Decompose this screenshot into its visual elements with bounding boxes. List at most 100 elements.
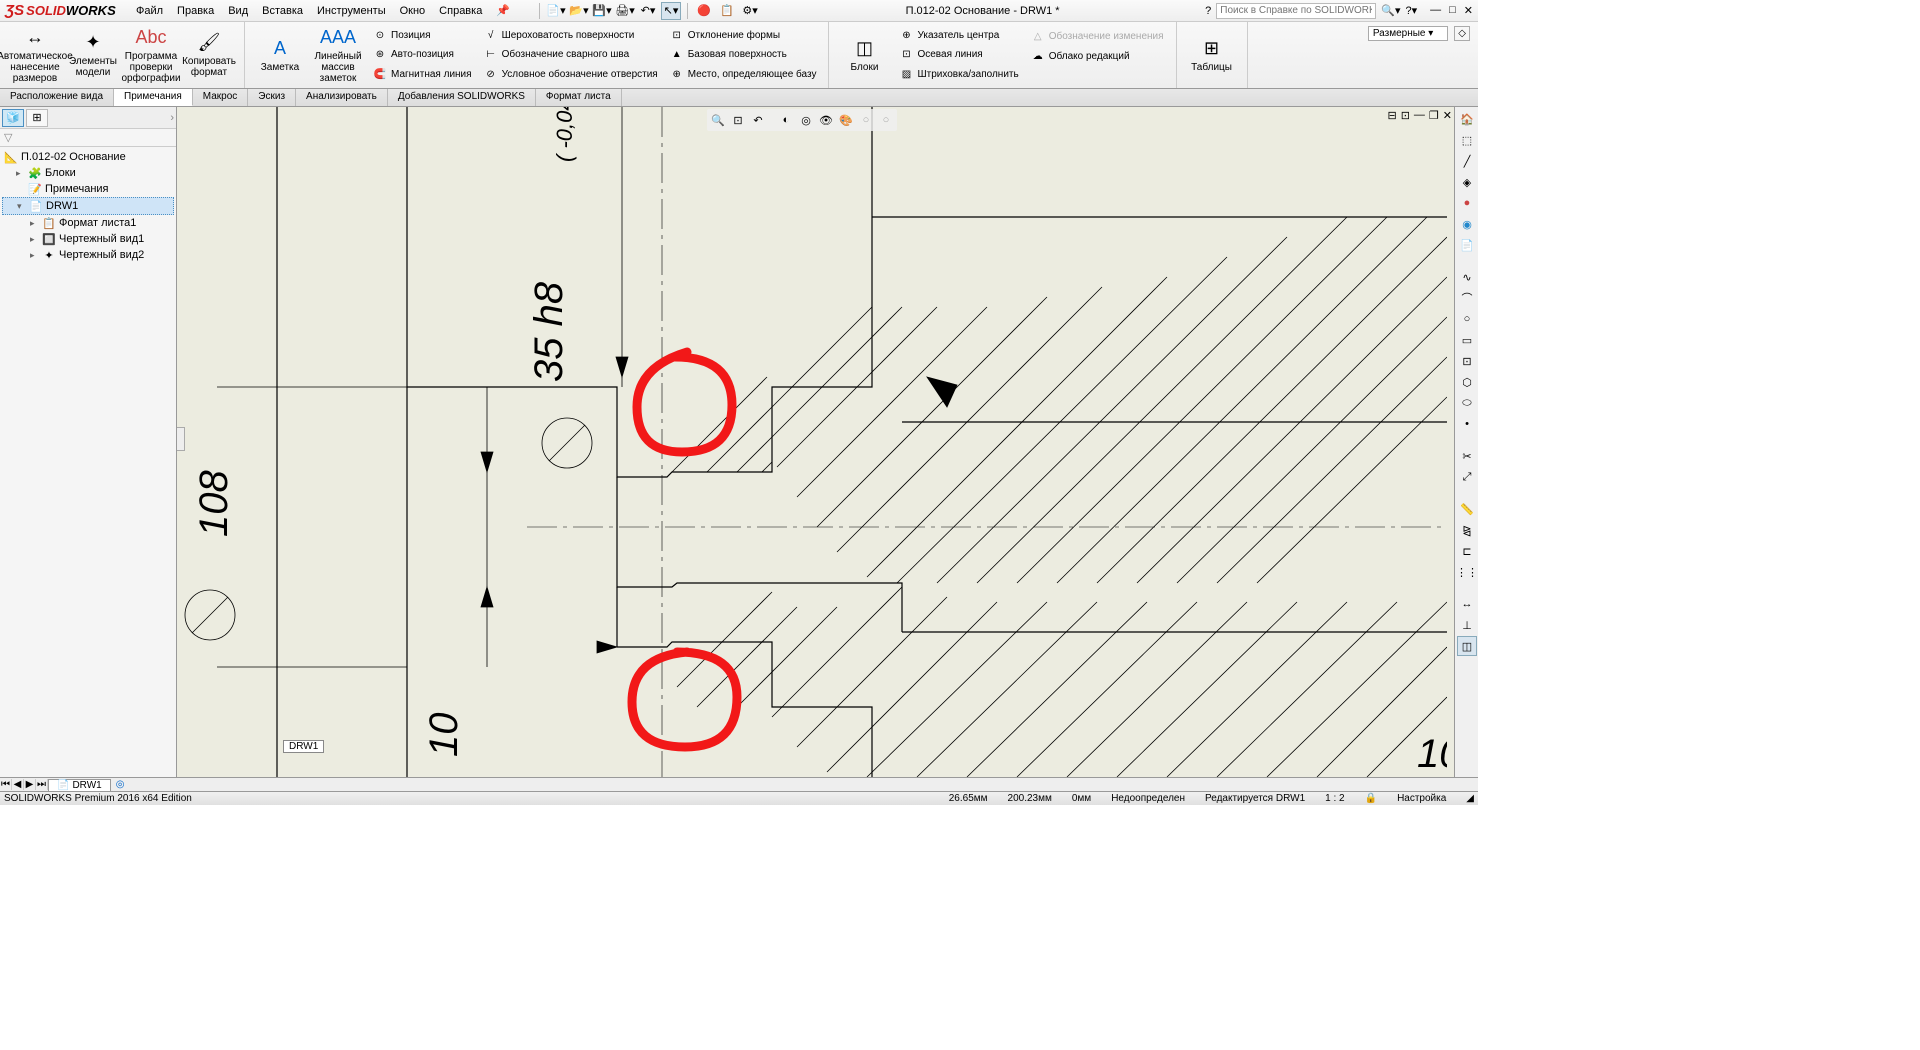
tree-sheetformat[interactable]: ▸📋Формат листа1 [2, 215, 174, 231]
search-input[interactable] [1216, 3, 1376, 19]
note-button[interactable]: AЗаметка [251, 24, 309, 86]
plane-icon[interactable]: ◈ [1457, 172, 1477, 192]
menu-help[interactable]: Справка [433, 3, 488, 19]
tree-annotations[interactable]: 📝Примечания [2, 181, 174, 197]
menu-window[interactable]: Окно [394, 3, 432, 19]
menu-tools[interactable]: Инструменты [311, 3, 392, 19]
menu-pin-icon[interactable]: 📌 [490, 2, 516, 19]
spline-icon[interactable]: ∿ [1457, 267, 1477, 287]
options-button[interactable]: 📋 [717, 2, 737, 20]
polygon-icon[interactable]: ⬡ [1457, 372, 1477, 392]
line-icon[interactable]: ╱ [1457, 151, 1477, 171]
centerrect-icon[interactable]: ⊡ [1457, 351, 1477, 371]
tab-swaddins[interactable]: Добавления SOLIDWORKS [388, 89, 536, 106]
modelitems-button[interactable]: ✦Элементы модели [64, 24, 122, 86]
autoposition-button[interactable]: ⊛Авто-позиция [371, 47, 474, 63]
add-sheet-icon[interactable]: ◎ [111, 779, 130, 790]
holecallout-button[interactable]: ⊘Условное обозначение отверстия [482, 66, 660, 82]
menu-file[interactable]: Файл [130, 3, 169, 19]
rect-icon[interactable]: ▭ [1457, 330, 1477, 350]
centerline-button[interactable]: ⊡Осевая линия [897, 47, 1020, 63]
sheet-first-icon[interactable]: ⏮ [0, 779, 12, 790]
menu-edit[interactable]: Правка [171, 3, 220, 19]
tree-root[interactable]: 📐П.012-02 Основание [2, 149, 174, 165]
relation-icon[interactable]: ⊥ [1457, 615, 1477, 635]
save-button[interactable]: 💾▾ [592, 2, 612, 20]
tab-annotation[interactable]: Примечания [114, 89, 193, 106]
tree-drw1[interactable]: ▾📄DRW1 [2, 197, 174, 215]
measure-icon[interactable]: 📏 [1457, 499, 1477, 519]
panel-collapse-handle[interactable] [177, 427, 185, 451]
tab-macro[interactable]: Макрос [193, 89, 249, 106]
magneticline-button[interactable]: 🧲Магнитная линия [371, 66, 474, 82]
dim-icon[interactable]: ↔ [1457, 594, 1477, 614]
linearnote-button[interactable]: AAAЛинейный массив заметок [309, 24, 367, 86]
menu-view[interactable]: Вид [222, 3, 254, 19]
datum-button[interactable]: ▲Базовая поверхность [668, 47, 819, 63]
autodim-button[interactable]: ↔Автоматическое нанесение размеров [6, 24, 64, 86]
tab-analyze[interactable]: Анализировать [296, 89, 388, 106]
doc-min2-icon[interactable]: — [1414, 109, 1425, 122]
weldsymbol-button[interactable]: ⊢Обозначение сварного шва [482, 47, 660, 63]
select-button[interactable]: ↖▾ [661, 2, 681, 20]
extend-icon[interactable]: ⤢ [1457, 467, 1477, 487]
doc-min-icon[interactable]: ⊟ [1387, 109, 1396, 122]
open-button[interactable]: 📂▾ [569, 2, 589, 20]
zoom-area-icon[interactable]: ⊡ [729, 111, 747, 129]
propertymanager-tab[interactable]: ⊞ [26, 109, 48, 127]
blocks-button[interactable]: ◫Блоки [835, 24, 893, 86]
doc-close-icon[interactable]: ✕ [1443, 109, 1452, 122]
featuretree-tab[interactable]: 🧊 [2, 109, 24, 127]
menu-insert[interactable]: Вставка [256, 3, 309, 19]
circle-icon[interactable]: ○ [1457, 309, 1477, 329]
datumtarget-button[interactable]: ⊕Место, определяющее базу [668, 66, 819, 82]
section-view-icon[interactable]: ◐ [777, 111, 795, 129]
sheet-next-icon[interactable]: ▶ [24, 779, 36, 790]
offset-icon[interactable]: ⊏ [1457, 541, 1477, 561]
trim-icon[interactable]: ✂ [1457, 446, 1477, 466]
filter-icon[interactable]: ▽ [4, 131, 12, 144]
box-icon[interactable]: ⬚ [1457, 130, 1477, 150]
sheet-tab-drw1[interactable]: 📄DRW1 [48, 779, 111, 791]
close-button[interactable]: ✕ [1464, 4, 1473, 17]
slot-icon[interactable]: ⬭ [1457, 393, 1477, 413]
status-scale[interactable]: 1 : 2 [1325, 793, 1344, 804]
point-icon[interactable]: • [1457, 414, 1477, 434]
tables-button[interactable]: ⊞Таблицы [1183, 24, 1241, 86]
doc-max-icon[interactable]: ❐ [1429, 109, 1439, 122]
display-icon[interactable]: ◫ [1457, 636, 1477, 656]
areahatch-button[interactable]: ▨Штриховка/заполнить [897, 66, 1020, 82]
dimensions-select[interactable]: Размерные ▾ [1368, 26, 1448, 41]
drawing-canvas[interactable]: 108 35 h8 ( -0,04 ) 10 10 🔍 ⊡ ↶ ◐ ◎ 👁 🎨 … [177, 107, 1454, 777]
help-dropdown[interactable]: ?▾ [1405, 4, 1417, 17]
status-lock-icon[interactable]: 🔒 [1365, 793, 1377, 804]
settings-button[interactable]: ⚙▾ [740, 2, 760, 20]
hide-show-icon[interactable]: 👁 [817, 111, 835, 129]
tree-view2[interactable]: ▸✦Чертежный вид2 [2, 247, 174, 263]
appearance-icon[interactable]: 🎨 [837, 111, 855, 129]
help-icon[interactable]: ? [1205, 5, 1211, 17]
sheet-last-icon[interactable]: ⏭ [36, 779, 48, 790]
tab-sheetformat[interactable]: Формат листа [536, 89, 622, 106]
print-button[interactable]: 🖨▾ [615, 2, 635, 20]
undo-button[interactable]: ↶▾ [638, 2, 658, 20]
minimize-button[interactable]: — [1430, 4, 1441, 17]
doc-tile-icon[interactable]: ⊡ [1401, 109, 1410, 122]
arc-icon[interactable]: ⌒ [1457, 288, 1477, 308]
formtol-button[interactable]: ⊡Отклонение формы [668, 28, 819, 44]
status-custom[interactable]: Настройка [1397, 793, 1446, 804]
rebuild-button[interactable]: 🔴 [694, 2, 714, 20]
tree-blocks[interactable]: ▸🧩Блоки [2, 165, 174, 181]
layer-button[interactable]: ◇ [1454, 26, 1470, 41]
spellcheck-button[interactable]: AbcПрограмма проверки орфографии [122, 24, 180, 86]
decal-icon[interactable]: ◉ [1457, 214, 1477, 234]
search-icon[interactable]: 🔍▾ [1381, 4, 1400, 17]
position-button[interactable]: ⊙Позиция [371, 28, 474, 44]
prev-view-icon[interactable]: ↶ [749, 111, 767, 129]
tab-sketch[interactable]: Эскиз [248, 89, 296, 106]
surfacefinish-button[interactable]: √Шероховатость поверхности [482, 28, 660, 44]
panel-expand-icon[interactable]: › [170, 112, 174, 124]
pattern-icon[interactable]: ⋮⋮ [1457, 562, 1477, 582]
appearance-ball-icon[interactable]: ● [1457, 193, 1477, 213]
sheet-icon[interactable]: 📄 [1457, 235, 1477, 255]
